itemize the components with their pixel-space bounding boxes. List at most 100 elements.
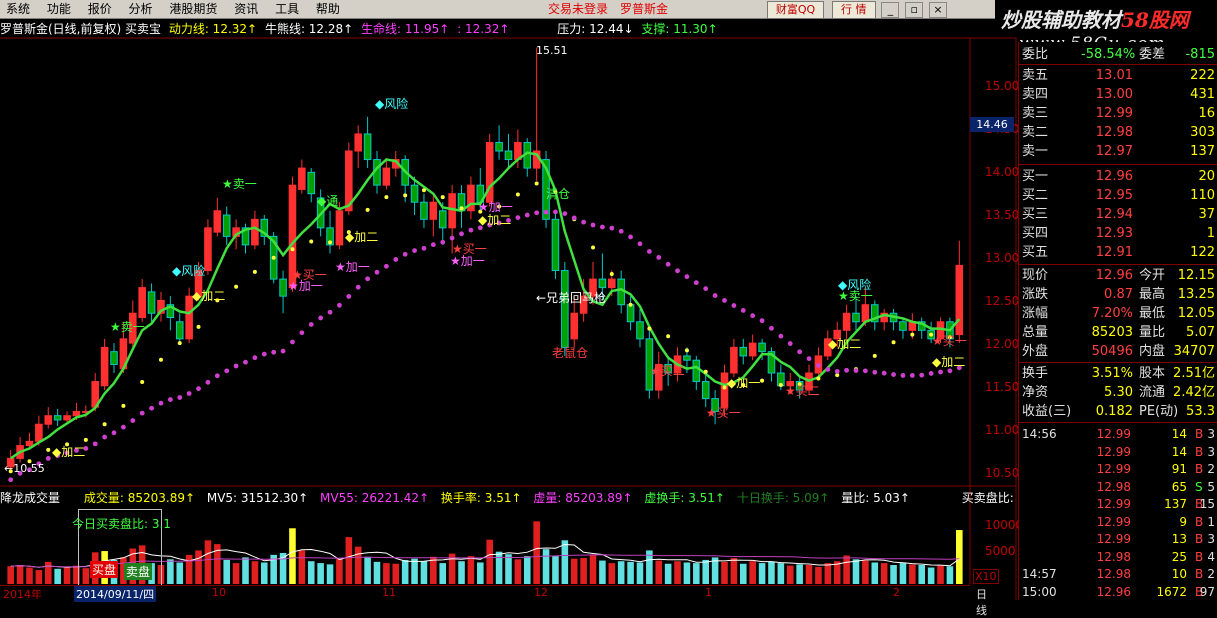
tick-row[interactable]: 12.99 13 B 3: [1019, 530, 1217, 549]
bid-row[interactable]: 买二 12.95 110: [1019, 186, 1217, 205]
stat-label: 股本: [1139, 366, 1166, 381]
tick-row[interactable]: 12.99 91 B 2: [1019, 460, 1217, 479]
shengming-dot: [665, 261, 671, 267]
ask-row[interactable]: 卖二 12.98 303: [1019, 123, 1217, 142]
candle-body: [44, 415, 53, 425]
bid-row[interactable]: 买四 12.93 1: [1019, 224, 1217, 243]
candle-body: [495, 141, 503, 152]
shengming-dot: [797, 349, 803, 355]
period-label[interactable]: 日线: [976, 586, 987, 618]
stat2-row: 净资 5.30 流通 2.42亿: [1019, 383, 1217, 402]
shengming-dot: [149, 405, 154, 411]
candle-body: [748, 342, 757, 357]
shengming-dot: [581, 219, 587, 225]
tick-row[interactable]: 12.98 65 S 5: [1019, 478, 1217, 497]
price-tick: 13.50: [985, 208, 1020, 222]
niuxiong-dot: [158, 357, 163, 362]
shengming-dot: [806, 356, 812, 362]
stat-value: 0.87: [1104, 287, 1133, 302]
shengming-dot: [468, 227, 474, 233]
volume-bar: [326, 564, 334, 584]
shengming-dot: [515, 215, 521, 221]
stat-value: 2.42亿: [1173, 385, 1215, 400]
tick-side: B: [1195, 532, 1204, 546]
niuxiong-dot: [703, 369, 708, 374]
niuxiong-dot: [760, 378, 765, 383]
ask-label: 卖二: [1022, 125, 1049, 140]
weibi-label: 委比: [1022, 47, 1049, 62]
tick-row[interactable]: 14:57 12.98 10 B 2: [1019, 565, 1217, 584]
shengming-dot: [102, 434, 108, 440]
stat-value: 7.20%: [1091, 306, 1133, 321]
tick-row[interactable]: 12.98 25 B 4: [1019, 548, 1217, 567]
ask-row[interactable]: 卖三 12.99 16: [1019, 104, 1217, 123]
ask-row[interactable]: 卖一 12.97 137: [1019, 142, 1217, 161]
tick-row[interactable]: 12.99 14 B 3: [1019, 443, 1217, 462]
volume-bar: [693, 563, 700, 584]
candle-body: [204, 227, 212, 272]
stat-row: 总量 85203 量比 5.07: [1019, 323, 1217, 342]
price-tick: 12.00: [985, 337, 1020, 351]
stat-value: 5.30: [1104, 385, 1133, 400]
stat-value: 5.07: [1186, 325, 1215, 340]
tick-row[interactable]: 15:00 12.96 1672 B 97: [1019, 583, 1217, 602]
candle-body: [861, 304, 870, 323]
annotation-jiaer: ◆加二: [192, 289, 226, 303]
shengming-dot: [393, 257, 399, 262]
niuxiong-dot: [309, 239, 314, 244]
annotation-fengxian: ◆风险: [172, 264, 206, 278]
shengming-dot: [167, 397, 173, 402]
volume-bar: [843, 555, 850, 584]
price-tick: 13.00: [985, 251, 1020, 265]
ask-row[interactable]: 卖四 13.00 431: [1019, 85, 1217, 104]
candle-body: [335, 210, 344, 246]
volume-bar: [852, 559, 860, 584]
tick-side: B: [1195, 462, 1204, 476]
ask-price: 13.01: [1095, 68, 1133, 83]
candle-body: [429, 201, 438, 220]
bid-volume: 122: [1190, 245, 1215, 260]
candle-body: [307, 171, 316, 195]
shengming-dot: [214, 373, 220, 379]
tick-volume: 14: [1171, 444, 1187, 459]
ask-row[interactable]: 卖五 13.01 222: [1019, 66, 1217, 85]
shengming-dot: [684, 274, 690, 280]
bid-row[interactable]: 买五 12.91 122: [1019, 243, 1217, 262]
shengming-dot: [139, 410, 145, 416]
candle-body: [279, 278, 287, 297]
volume-bar: [890, 565, 897, 584]
volume-bar: [486, 539, 493, 584]
price-tick: 12.50: [985, 294, 1020, 308]
volume-bar: [195, 550, 202, 584]
tick-side: S: [1195, 479, 1203, 494]
volume-bar: [664, 563, 672, 584]
volume-bar: [739, 563, 747, 584]
candle-body: [626, 304, 635, 323]
tick-count: 3: [1207, 532, 1215, 546]
annotation-qingcang: 清仓: [546, 187, 571, 201]
shengming-dot: [834, 369, 840, 374]
shengming-dot: [600, 224, 605, 230]
tick-row[interactable]: 12.99 137 B 15: [1019, 495, 1217, 514]
tick-time: 14:56: [1022, 427, 1057, 441]
volume-bar: [204, 540, 212, 584]
shengming-dot: [412, 248, 417, 254]
stat-value: 0.182: [1095, 404, 1133, 419]
stat-value: 13.25: [1177, 287, 1215, 302]
annotation-maiyi: ★卖一: [222, 177, 257, 191]
tick-price: 12.99: [1096, 444, 1131, 459]
volume-bar: [495, 551, 503, 584]
volume-bar: [674, 561, 681, 584]
shengming-dot: [327, 309, 333, 315]
volume-bar: [749, 561, 756, 584]
tick-row[interactable]: 12.99 9 B 1: [1019, 513, 1217, 532]
shengming-dot: [440, 239, 446, 245]
stat-value: 50496: [1091, 344, 1133, 359]
bid-row[interactable]: 买一 12.96 20: [1019, 167, 1217, 186]
volume-indicator-name: 降龙成交量: [0, 491, 61, 505]
tick-row[interactable]: 14:56 12.99 14 B 3: [1019, 425, 1217, 444]
bid-row[interactable]: 买三 12.94 37: [1019, 205, 1217, 224]
tick-count: 3: [1207, 444, 1215, 459]
niuxiong-dot: [872, 353, 877, 358]
volume-bar: [420, 561, 428, 584]
